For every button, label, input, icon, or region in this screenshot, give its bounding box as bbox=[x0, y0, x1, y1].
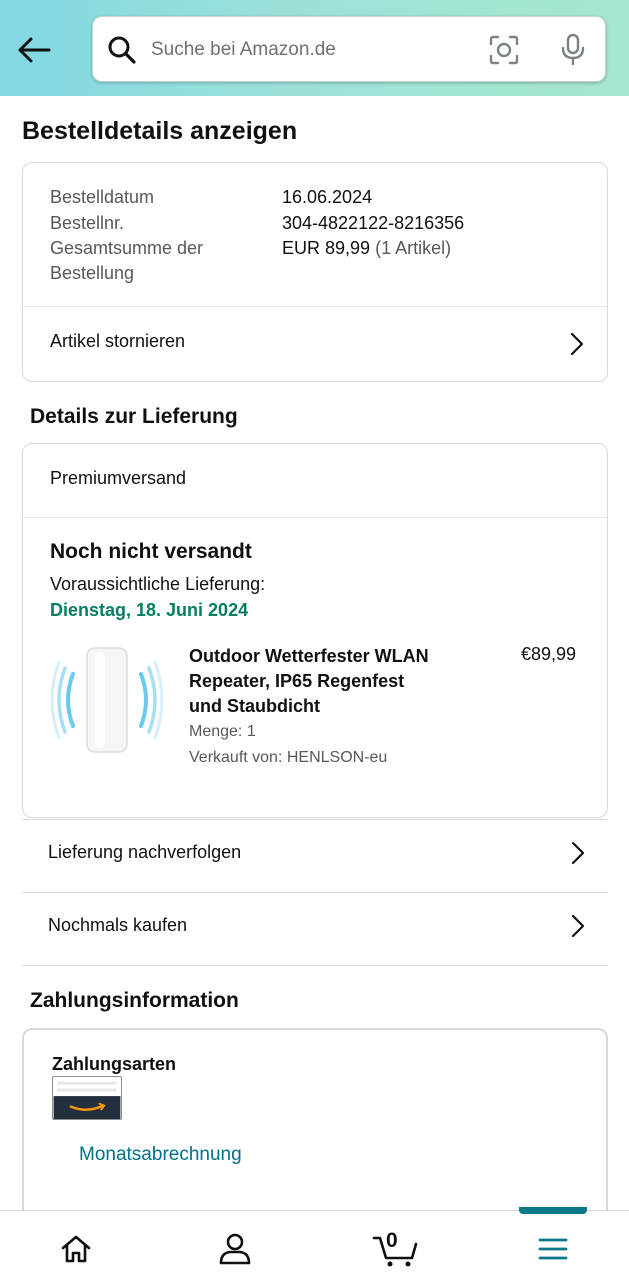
product-quantity: Menge: 1 bbox=[189, 723, 256, 740]
product-name-line: und Staubdicht bbox=[189, 696, 320, 716]
back-arrow-icon bbox=[18, 37, 51, 63]
order-total-label: Gesamtsumme der bbox=[50, 238, 204, 258]
monthly-billing-link[interactable]: Monatsabrechnung bbox=[79, 1144, 242, 1166]
product-name-line: Repeater, IP65 Regenfest bbox=[189, 671, 405, 691]
chevron-right-icon bbox=[571, 914, 585, 938]
payment-card: Zahlungsarten Monatsabrechnung bbox=[22, 1028, 608, 1228]
order-summary-card: Bestelldatum 16.06.2024 Bestellnr. 304-4… bbox=[22, 162, 608, 382]
divider bbox=[22, 965, 608, 966]
search-icon[interactable] bbox=[107, 35, 137, 65]
chevron-right-icon bbox=[570, 332, 584, 356]
microphone-icon[interactable] bbox=[558, 33, 588, 67]
track-delivery-label: Lieferung nachverfolgen bbox=[48, 842, 242, 862]
order-total-value: EUR 89,99 (1 Artikel) bbox=[282, 236, 451, 261]
order-date-value: 16.06.2024 bbox=[282, 187, 373, 207]
eta-label: Voraussichtliche Lieferung: bbox=[50, 574, 266, 594]
menu-icon bbox=[538, 1238, 568, 1260]
account-icon bbox=[219, 1233, 251, 1265]
page-title: Bestelldetails anzeigen bbox=[22, 117, 298, 145]
nav-home-button[interactable] bbox=[52, 1227, 100, 1271]
delivery-section-title: Details zur Lieferung bbox=[30, 405, 238, 428]
delivery-card: Premiumversand Noch nicht versandt Vorau… bbox=[22, 443, 608, 818]
chevron-right-icon bbox=[571, 841, 585, 865]
buy-again-row[interactable]: Nochmals kaufen bbox=[22, 893, 608, 965]
back-button[interactable] bbox=[14, 30, 54, 70]
order-number-label: Bestellnr. bbox=[50, 213, 125, 233]
product-name-line: Outdoor Wetterfester WLAN bbox=[189, 646, 429, 666]
order-total-label-2: Bestellung bbox=[50, 263, 135, 283]
buy-again-label: Nochmals kaufen bbox=[48, 915, 188, 935]
camera-icon[interactable] bbox=[488, 34, 520, 66]
nav-account-button[interactable] bbox=[211, 1227, 259, 1271]
order-number-value: 304-4822122-8216356 bbox=[282, 213, 465, 233]
shipping-type: Premiumversand bbox=[50, 468, 187, 488]
payment-methods-title: Zahlungsarten bbox=[52, 1054, 177, 1074]
top-header: Suche bei Amazon.de bbox=[0, 0, 629, 96]
search-bar[interactable]: Suche bei Amazon.de bbox=[92, 16, 606, 82]
payment-section-title: Zahlungsinformation bbox=[30, 989, 239, 1012]
active-tab-indicator bbox=[519, 1207, 587, 1214]
cancel-items-label: Artikel stornieren bbox=[50, 331, 186, 351]
product-image[interactable] bbox=[51, 644, 163, 756]
bottom-navigation: 0 bbox=[0, 1207, 629, 1280]
product-name[interactable]: Outdoor Wetterfester WLAN Repeater, IP65… bbox=[189, 644, 459, 719]
divider bbox=[23, 517, 607, 518]
eta-date: Dienstag, 18. Juni 2024 bbox=[50, 600, 249, 620]
payment-card-icon bbox=[52, 1076, 122, 1120]
search-input[interactable]: Suche bei Amazon.de bbox=[151, 39, 336, 61]
home-icon bbox=[61, 1235, 91, 1263]
order-date-label: Bestelldatum bbox=[50, 187, 155, 207]
product-seller: Verkauft von: HENLSON-eu bbox=[189, 749, 388, 766]
order-item-count: (1 Artikel) bbox=[375, 238, 452, 258]
nav-menu-button[interactable] bbox=[529, 1227, 577, 1271]
shipment-status: Noch nicht versandt bbox=[50, 540, 252, 563]
cancel-items-row[interactable]: Artikel stornieren bbox=[23, 307, 607, 381]
product-price: €89,99 bbox=[521, 644, 577, 664]
cart-count-badge: 0 bbox=[386, 1229, 398, 1252]
track-delivery-row[interactable]: Lieferung nachverfolgen bbox=[22, 820, 608, 892]
order-total-amount: EUR 89,99 bbox=[282, 238, 371, 258]
